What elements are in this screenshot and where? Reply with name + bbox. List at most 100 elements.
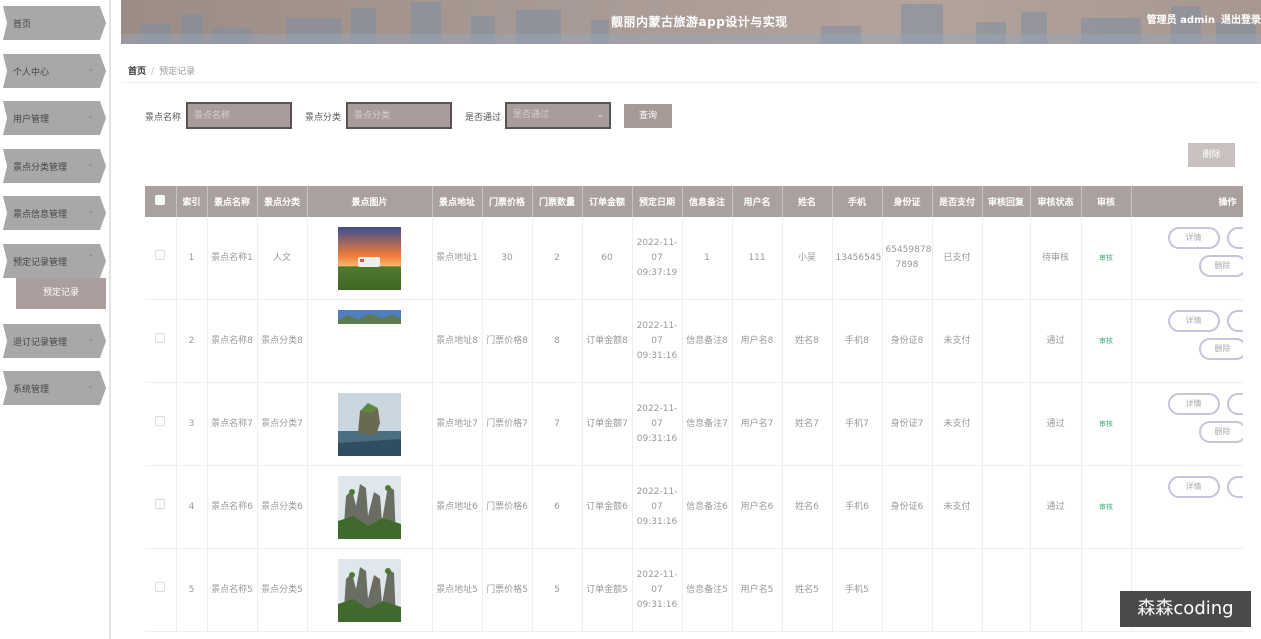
- row-select-cell[interactable]: [145, 382, 177, 466]
- column-header: 身份证: [882, 186, 933, 217]
- row-checkbox[interactable]: [155, 582, 166, 592]
- booking-table-container: 索引 景点名称 景点分类 景点图片 景点地址 门票价格 门票数量 订单金额 预定…: [145, 186, 1243, 639]
- sidebar-item-cancellation-management[interactable]: 退订记录管理 ⌄: [3, 324, 106, 358]
- phone-cell: 手机5: [832, 548, 883, 632]
- spot-image-cell: [307, 217, 433, 300]
- detail-button[interactable]: 详情: [1167, 476, 1220, 498]
- row-checkbox[interactable]: [155, 416, 166, 426]
- table-row: 3 景点名称7 景点分类7 景点地址7 门票价格7 7 订单金额7 2022-11-07 09…: [145, 382, 1243, 466]
- audit-cell: 审核: [1081, 299, 1132, 383]
- sidebar-item-category-management[interactable]: 景点分类管理 ⌄: [3, 149, 106, 183]
- username-cell: 用户名5: [732, 548, 783, 632]
- ticket-quantity-cell: 7: [532, 382, 583, 466]
- column-header: 景点图片: [307, 186, 433, 217]
- username-cell: 用户名6: [732, 465, 783, 549]
- spot-name-cell: 景点名称5: [207, 548, 258, 632]
- ticket-price-cell: 门票价格8: [482, 299, 533, 383]
- spot-name-cell: 景点名称7: [207, 382, 258, 466]
- edit-button[interactable]: [1226, 310, 1242, 332]
- order-amount-cell: 60: [582, 217, 633, 300]
- sidebar-item-label: 景点分类管理: [13, 163, 68, 173]
- ticket-quantity-cell: 6: [532, 465, 583, 549]
- delete-button[interactable]: 删除: [1198, 255, 1242, 277]
- column-header: 索引: [176, 186, 208, 217]
- sidebar-subitem-booking-records[interactable]: 预定记录: [16, 278, 106, 309]
- spot-name-cell: 景点名称8: [207, 299, 258, 383]
- row-select-cell[interactable]: [145, 465, 177, 549]
- payment-status-cell: 未支付: [932, 465, 983, 549]
- row-index-cell: 2: [176, 299, 208, 383]
- pass-select[interactable]: 是否通过 ⌄: [505, 102, 611, 129]
- sidebar-item-spot-management[interactable]: 景点信息管理 ⌄: [3, 196, 106, 230]
- audit-reply-cell: [982, 217, 1031, 300]
- audit-status-cell: 通过: [1030, 465, 1082, 549]
- spot-category-cell: 景点分类5: [257, 548, 308, 632]
- delete-button[interactable]: 删除: [1198, 421, 1242, 443]
- audit-link[interactable]: 审核: [1099, 503, 1113, 511]
- detail-button[interactable]: 详情: [1167, 310, 1220, 332]
- column-header: 信息备注: [682, 186, 733, 217]
- row-index-cell: 5: [176, 548, 208, 632]
- sidebar-item-booking-management[interactable]: 预定记录管理 ⌃: [3, 244, 106, 278]
- edit-button[interactable]: [1226, 227, 1242, 249]
- spot-image: [338, 558, 401, 622]
- order-amount-cell: 订单金额7: [582, 382, 633, 466]
- breadcrumb: 首页 / 预定记录: [128, 64, 195, 77]
- header-user-area: 管理员 admin 退出登录: [1141, 11, 1261, 26]
- delete-button[interactable]: 删除: [1198, 338, 1242, 360]
- id-card-cell: 身份证6: [882, 465, 933, 549]
- detail-button[interactable]: 详情: [1167, 393, 1220, 415]
- edit-button[interactable]: [1226, 393, 1242, 415]
- chevron-down-icon: ⌄: [87, 111, 95, 121]
- sidebar-item-system-management[interactable]: 系统管理 ⌄: [3, 371, 106, 405]
- edit-button[interactable]: [1226, 476, 1242, 498]
- query-button[interactable]: 查询: [624, 104, 672, 128]
- pass-label: 是否通过: [465, 113, 502, 123]
- audit-status-cell: 通过: [1030, 299, 1082, 383]
- column-header: 是否支付: [932, 186, 983, 217]
- batch-delete-button[interactable]: 删除: [1188, 143, 1235, 167]
- select-all-checkbox[interactable]: [155, 195, 166, 205]
- username-cell: 111: [732, 217, 783, 300]
- ops-cell: 详情删除: [1131, 299, 1243, 383]
- audit-link[interactable]: 审核: [1099, 337, 1113, 345]
- booking-date-cell: 2022-11-07 09:31:16: [632, 299, 683, 383]
- row-checkbox[interactable]: [155, 333, 166, 343]
- sidebar-item-label: 个人中心: [13, 68, 50, 78]
- logout-link[interactable]: 退出登录: [1221, 15, 1261, 26]
- booking-date-cell: 2022-11-07 09:31:16: [632, 465, 683, 549]
- audit-reply-cell: [982, 548, 1031, 632]
- table-row: 2 景点名称8 景点分类8 景点地址8 门票价格8 8 订单金额8 2022-11-07 09…: [145, 299, 1243, 383]
- spot-image: [338, 392, 401, 456]
- ticket-price-cell: 30: [482, 217, 533, 300]
- column-header: 订单金额: [582, 186, 633, 217]
- audit-link[interactable]: 审核: [1099, 420, 1113, 428]
- sidebar-item-personal-center[interactable]: 个人中心 ⌄: [3, 54, 106, 88]
- row-select-cell[interactable]: [145, 217, 177, 300]
- row-checkbox[interactable]: [155, 250, 166, 260]
- row-select-cell[interactable]: [145, 548, 177, 632]
- divider: [121, 82, 1259, 83]
- audit-reply-cell: [982, 465, 1031, 549]
- row-select-cell[interactable]: [145, 299, 177, 383]
- table-row: 1 景点名称1 人文 景点地址1 30 2 60 2022-11-07 09:37:19 1 11…: [145, 217, 1243, 300]
- audit-reply-cell: [982, 299, 1031, 383]
- column-header: 门票价格: [482, 186, 533, 217]
- row-checkbox[interactable]: [155, 499, 166, 509]
- breadcrumb-home[interactable]: 首页: [128, 67, 146, 77]
- column-header: 审核状态: [1030, 186, 1082, 217]
- sidebar-item-home[interactable]: 首页: [3, 6, 106, 40]
- spot-category-input[interactable]: [346, 102, 452, 129]
- detail-button[interactable]: 详情: [1167, 227, 1220, 249]
- spot-name-input[interactable]: [186, 102, 292, 129]
- real-name-cell: 姓名5: [782, 548, 833, 632]
- breadcrumb-current: 预定记录: [159, 67, 196, 77]
- audit-cell: 审核: [1081, 382, 1132, 466]
- info-note-cell: 信息备注7: [682, 382, 733, 466]
- column-header: 预定日期: [632, 186, 683, 217]
- ticket-price-cell: 门票价格5: [482, 548, 533, 632]
- row-index-cell: 4: [176, 465, 208, 549]
- select-all-cell[interactable]: [145, 186, 177, 217]
- sidebar-item-user-management[interactable]: 用户管理 ⌄: [3, 101, 106, 135]
- audit-link[interactable]: 审核: [1099, 254, 1113, 262]
